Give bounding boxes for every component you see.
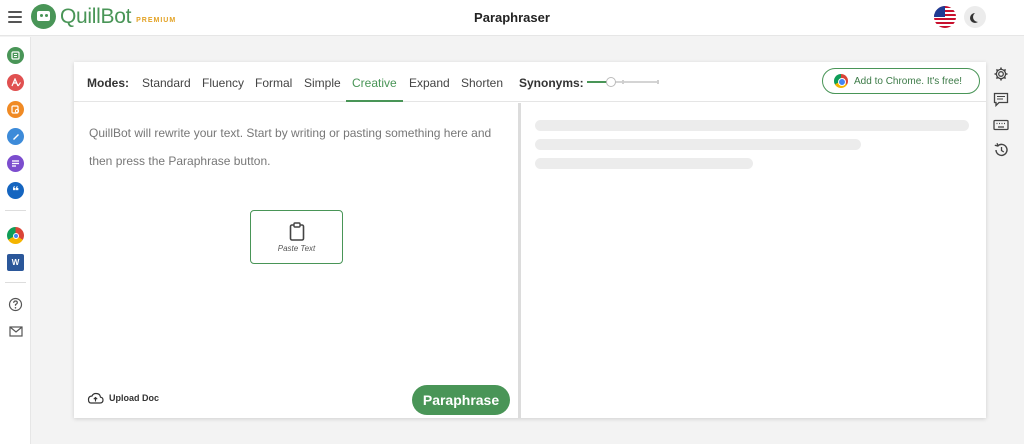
mode-formal[interactable]: Formal [255, 76, 292, 90]
add-to-chrome-button[interactable]: Add to Chrome. It's free! [822, 68, 980, 94]
settings-icon[interactable] [992, 65, 1009, 82]
keyboard-icon[interactable] [992, 116, 1009, 133]
input-pane[interactable]: QuillBot will rewrite your text. Start b… [74, 103, 518, 418]
active-mode-indicator [346, 100, 403, 102]
co-writer-icon[interactable] [7, 128, 24, 145]
left-sidebar: ❝ W [0, 37, 31, 444]
page-title: Paraphraser [474, 10, 550, 25]
paste-text-label: Paste Text [277, 243, 316, 253]
cloud-upload-icon [87, 392, 104, 404]
feedback-icon[interactable] [992, 91, 1009, 108]
paste-text-button[interactable]: Paste Text [250, 210, 343, 264]
history-icon[interactable] [992, 141, 1009, 158]
chrome-icon [834, 74, 848, 88]
mode-shorten[interactable]: Shorten [461, 76, 503, 90]
loading-skeleton-line [535, 120, 969, 131]
summarizer-icon[interactable] [7, 155, 24, 172]
paraphraser-icon[interactable] [7, 47, 24, 64]
loading-skeleton-line [535, 158, 753, 169]
help-icon[interactable] [7, 296, 24, 313]
synonyms-slider-handle[interactable] [605, 77, 616, 87]
slider-tick [622, 80, 624, 84]
us-flag-icon[interactable] [934, 6, 956, 28]
modes-bar: Modes: Standard Fluency Formal Simple Cr… [74, 62, 986, 102]
paraphraser-card: Modes: Standard Fluency Formal Simple Cr… [74, 62, 986, 418]
slider-tick [657, 80, 659, 84]
modes-label: Modes: [87, 76, 129, 90]
top-bar: QuillBot PREMIUM Paraphraser [0, 0, 1024, 36]
input-placeholder[interactable]: QuillBot will rewrite your text. Start b… [89, 119, 503, 175]
mail-icon[interactable] [7, 323, 24, 340]
mode-creative[interactable]: Creative [352, 76, 397, 90]
citation-generator-icon[interactable]: ❝ [7, 182, 24, 199]
mode-standard[interactable]: Standard [142, 76, 191, 90]
upload-doc-button[interactable]: Upload Doc [87, 392, 159, 404]
upload-doc-label: Upload Doc [109, 393, 160, 403]
mode-expand[interactable]: Expand [409, 76, 450, 90]
theme-toggle-button[interactable] [964, 6, 986, 28]
sidebar-divider [5, 282, 26, 283]
synonyms-label: Synonyms: [519, 76, 584, 90]
plagiarism-checker-icon[interactable] [7, 101, 24, 118]
word-addin-icon[interactable]: W [7, 254, 24, 271]
chrome-extension-icon[interactable] [7, 227, 24, 244]
synonyms-slider[interactable] [587, 77, 659, 87]
clipboard-icon [289, 221, 304, 241]
moon-icon [973, 12, 983, 22]
paraphrase-button[interactable]: Paraphrase [412, 385, 510, 415]
grammar-checker-icon[interactable] [7, 74, 24, 91]
mode-simple[interactable]: Simple [304, 76, 341, 90]
output-pane [521, 103, 986, 418]
add-to-chrome-label: Add to Chrome. It's free! [854, 75, 963, 87]
mode-fluency[interactable]: Fluency [202, 76, 244, 90]
loading-skeleton-line [535, 139, 861, 150]
sidebar-divider [5, 210, 26, 211]
